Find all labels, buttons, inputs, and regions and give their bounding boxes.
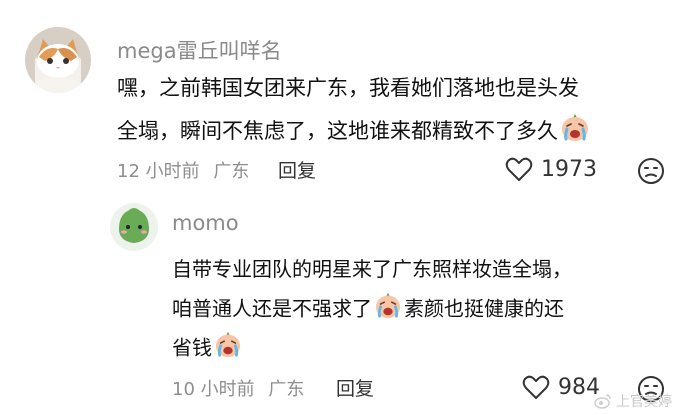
reply-button[interactable]: 回复 xyxy=(278,156,316,183)
comment-text-segment: 咱普通人还是不强求了 xyxy=(172,296,372,321)
watermark-text: 上官美婷 xyxy=(616,394,672,410)
comment-text-line: 全塌，瞬间不焦虑了，这地谁来都精致不了多久 xyxy=(117,112,590,152)
comment-text-line: 自带专业团队的明星来了广东照样妆造全塌， xyxy=(172,257,572,281)
heart-icon xyxy=(505,157,533,181)
dislike-face-icon[interactable] xyxy=(637,157,665,189)
watermark: 上官美婷 xyxy=(594,391,672,411)
username[interactable]: momo xyxy=(172,211,239,235)
like-button[interactable]: 984 xyxy=(522,374,600,400)
like-button[interactable]: 1973 xyxy=(505,156,597,182)
comment-text-line: 咱普通人还是不强求了 素颜也挺健康的还 xyxy=(172,291,564,329)
green-creature-avatar[interactable] xyxy=(110,203,158,251)
weibo-logo-icon xyxy=(594,394,611,409)
comment-text-line: 嘿，之前韩国女团来广东，我看她们落地也是头发 xyxy=(117,76,579,100)
comment-meta: 10 小时前 广东 xyxy=(172,375,304,401)
username[interactable]: mega雷丘叫咩名 xyxy=(117,35,282,65)
timestamp: 10 小时前 xyxy=(172,379,255,400)
crying-face-icon xyxy=(560,112,590,152)
heart-icon xyxy=(522,375,550,399)
reply-button[interactable]: 回复 xyxy=(336,374,374,401)
comment-text-segment: 全塌，瞬间不焦虑了，这地谁来都精致不了多久 xyxy=(117,119,558,143)
comment-text-segment: 省钱 xyxy=(172,335,212,360)
comment-2: momo 自带专业团队的明星来了广东照样妆造全塌， 咱普通人还是不强求了 素颜也… xyxy=(0,195,690,415)
comment-1: mega雷丘叫咩名 嘿，之前韩国女团来广东，我看她们落地也是头发 全塌，瞬间不焦… xyxy=(0,0,690,195)
comment-text-segment: 素颜也挺健康的还 xyxy=(404,296,564,321)
comment-meta: 12 小时前 广东 xyxy=(117,157,249,183)
crying-face-icon xyxy=(374,291,402,329)
comment-text-line: 省钱 xyxy=(172,330,242,368)
timestamp: 12 小时前 xyxy=(117,161,200,182)
cat-avatar[interactable] xyxy=(25,27,91,93)
like-count: 1973 xyxy=(541,156,597,182)
location: 广东 xyxy=(268,379,305,400)
crying-face-icon xyxy=(214,330,242,368)
location: 广东 xyxy=(213,161,250,182)
